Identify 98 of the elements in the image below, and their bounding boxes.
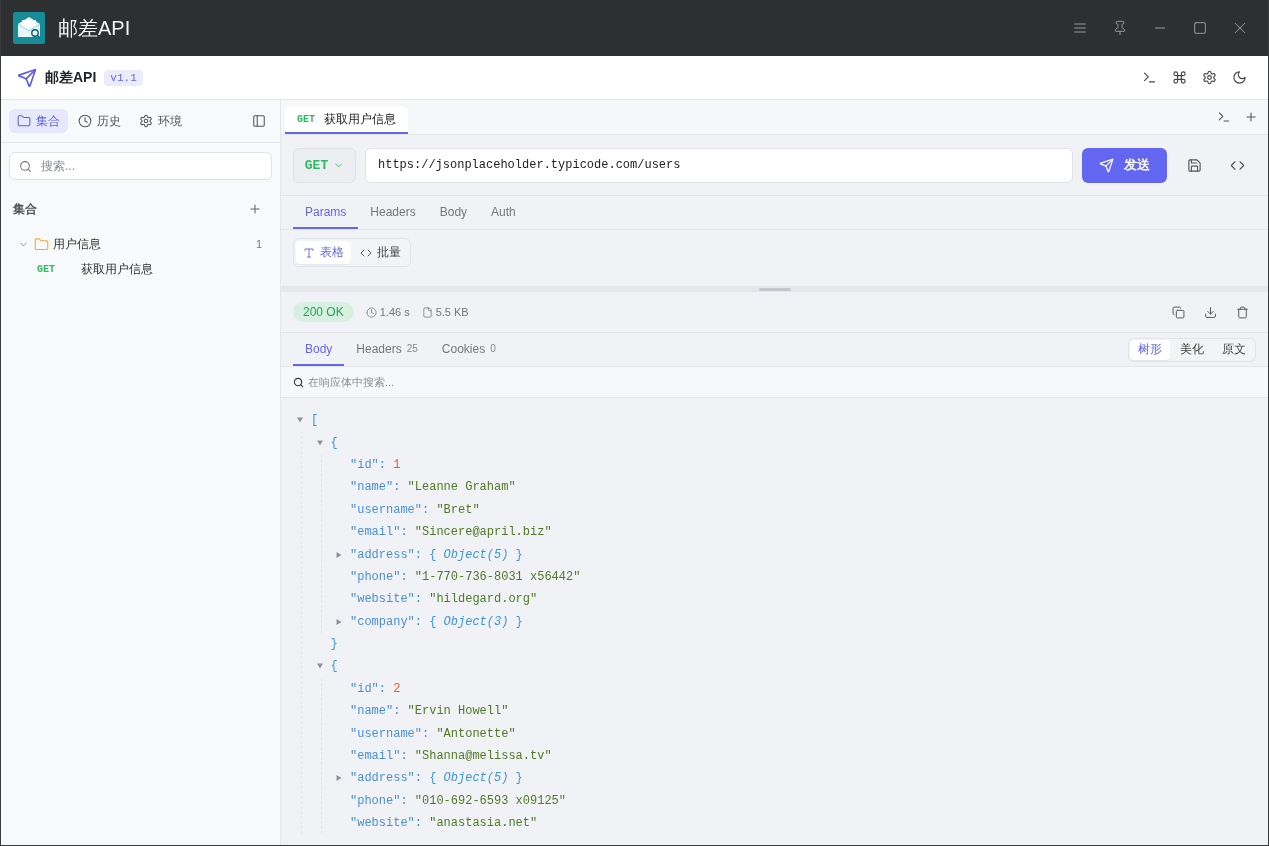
view-mode-toggle[interactable]: 美化 — [1172, 339, 1212, 360]
copy-icon[interactable] — [1171, 305, 1185, 319]
version-badge: v1.1 — [104, 69, 143, 86]
json-bracket: { — [330, 435, 338, 450]
caret-right-icon[interactable] — [336, 618, 342, 625]
json-number: 2 — [393, 681, 401, 696]
view-mode-toggle[interactable]: 树形 — [1130, 339, 1170, 360]
response-tab[interactable]: Headers 25 — [344, 333, 430, 366]
json-key: "username": — [350, 502, 430, 517]
moon-icon[interactable] — [1231, 70, 1247, 85]
sidebar-tab[interactable]: 历史 — [70, 109, 129, 133]
request-tab[interactable]: GET 获取用户信息 — [285, 106, 408, 134]
json-key: "company": — [350, 614, 422, 629]
clock-icon — [78, 114, 92, 128]
clock-icon — [365, 306, 377, 318]
folder-icon — [34, 236, 49, 252]
sidebar-tab[interactable]: 集合 — [9, 109, 68, 133]
json-string: "Leanne Graham" — [407, 480, 516, 495]
sidebar-panel-icon[interactable] — [252, 114, 266, 128]
object-summary: { Object(5) } — [429, 771, 523, 786]
plus-icon[interactable] — [1243, 110, 1258, 124]
json-bracket: { — [330, 659, 338, 674]
app-logo-icon — [13, 12, 45, 44]
paper-plane-icon — [1099, 157, 1114, 173]
close-icon[interactable] — [1232, 20, 1248, 36]
json-key: "id": — [350, 457, 386, 472]
caret-down-icon[interactable] — [316, 663, 323, 670]
maximize-icon[interactable] — [1192, 20, 1208, 36]
json-string: "Sincere@april.biz" — [414, 525, 552, 540]
caret-right-icon[interactable] — [336, 551, 342, 558]
request-section-tab[interactable]: Headers — [358, 196, 428, 229]
response-time: 1.46 s — [379, 306, 410, 318]
param-mode-toggle[interactable]: 批量 — [353, 241, 408, 264]
caret-down-icon[interactable] — [297, 417, 303, 424]
url-field[interactable]: https://jsonplaceholder.typicode.com/users — [365, 147, 1073, 183]
section-title: 集合 — [13, 200, 37, 218]
json-string: "Ervin Howell" — [407, 704, 509, 719]
status-badge: 200 OK — [293, 302, 354, 322]
caret-right-icon[interactable] — [336, 775, 342, 782]
param-mode-toggle[interactable]: 表格 — [296, 241, 351, 264]
json-number: 1 — [393, 457, 401, 472]
sidebar-tab[interactable]: 环境 — [131, 109, 190, 133]
folder-name[interactable]: 用户信息 — [53, 235, 101, 253]
json-key: "name": — [350, 704, 401, 719]
json-key: "website": — [350, 592, 422, 607]
resize-handle[interactable] — [758, 287, 791, 291]
request-item[interactable]: GET 获取用户信息 — [37, 260, 153, 278]
window-title: 邮差API — [58, 15, 131, 41]
json-key: "name": — [350, 480, 401, 495]
object-summary: { Object(3) } — [429, 614, 523, 629]
request-section-tab[interactable]: Params — [293, 196, 359, 229]
json-string: "Antonette" — [436, 726, 516, 741]
json-bracket: } — [330, 637, 338, 652]
send-button[interactable]: 发送 — [1082, 147, 1167, 183]
settings-icon[interactable] — [1201, 70, 1217, 85]
terminal-icon[interactable] — [1216, 110, 1231, 124]
json-string: "Bret" — [436, 502, 480, 517]
folder-icon — [17, 114, 31, 128]
file-icon — [421, 306, 433, 318]
json-string: "anastasia.net" — [429, 816, 538, 831]
json-string: "hildegard.org" — [429, 592, 538, 607]
search-icon — [293, 376, 304, 388]
request-section-tab[interactable]: Auth — [479, 196, 528, 229]
menu-icon[interactable] — [1072, 20, 1088, 36]
response-size: 5.5 KB — [435, 306, 469, 318]
text-icon — [303, 246, 315, 259]
json-bracket: [ — [311, 413, 319, 428]
paper-plane-icon — [17, 67, 37, 88]
response-tab[interactable]: Cookies 0 — [429, 333, 508, 366]
terminal-icon[interactable] — [1141, 70, 1157, 85]
trash-icon[interactable] — [1235, 305, 1249, 319]
search-field[interactable]: 搜索... — [9, 152, 272, 180]
command-icon[interactable] — [1171, 70, 1187, 85]
caret-down-icon[interactable] — [316, 439, 323, 446]
item-count: 1 — [255, 238, 262, 250]
json-key: "phone": — [350, 793, 408, 808]
settings-icon — [139, 114, 153, 128]
json-string: "1-770-736-8031 x56442" — [414, 569, 581, 584]
object-summary: { Object(5) } — [429, 547, 523, 562]
app-name: 邮差API — [45, 68, 97, 87]
pin-icon[interactable] — [1112, 20, 1128, 36]
json-key: "address": — [350, 547, 422, 562]
json-key: "website": — [350, 816, 422, 831]
json-string: "Shanna@melissa.tv" — [414, 749, 552, 764]
json-string: "010-692-6593 x09125" — [414, 793, 567, 808]
json-key: "id": — [350, 681, 386, 696]
json-key: "email": — [350, 525, 408, 540]
search-icon — [19, 159, 32, 173]
json-key: "email": — [350, 749, 408, 764]
response-search-field[interactable]: 在响应体中搜索... — [281, 367, 1268, 398]
json-key: "phone": — [350, 569, 408, 584]
plus-icon[interactable] — [248, 202, 262, 216]
json-key: "username": — [350, 726, 430, 741]
download-icon[interactable] — [1203, 305, 1217, 319]
save-icon[interactable] — [1186, 157, 1202, 173]
view-mode-toggle[interactable]: 原文 — [1214, 339, 1254, 360]
request-section-tab[interactable]: Body — [427, 196, 480, 229]
json-key: "address": — [350, 771, 422, 786]
